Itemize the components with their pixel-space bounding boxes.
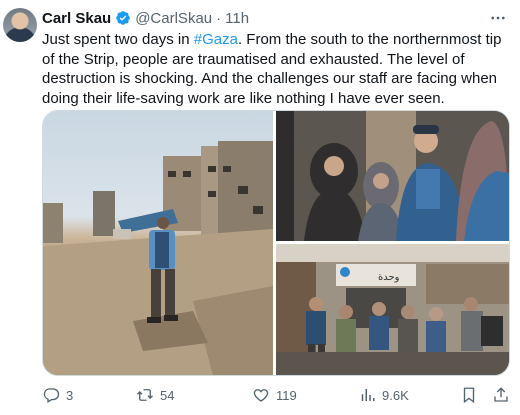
- views-button[interactable]: 9.6K: [358, 385, 409, 405]
- media-grid: وحدة: [42, 110, 510, 376]
- tweet-text: Just spent two days in #Gaza. From the s…: [42, 30, 512, 108]
- like-icon: [253, 389, 269, 402]
- author-handle[interactable]: @CarlSkau: [135, 10, 212, 27]
- hashtag-link[interactable]: #Gaza: [194, 31, 238, 48]
- reply-button[interactable]: 3: [42, 385, 73, 405]
- tweet-header: Carl Skau @CarlSkau · 11h: [42, 8, 510, 28]
- reply-count: 3: [66, 387, 74, 403]
- bookmark-button[interactable]: [460, 385, 484, 405]
- verified-badge-icon: [116, 11, 131, 25]
- tweet-text-start: Just spent two days in: [42, 31, 194, 48]
- women-with-staff-photo[interactable]: [276, 111, 509, 241]
- like-count: 119: [276, 387, 297, 403]
- tweet-actions: 3 54 119 9.6K: [42, 385, 512, 405]
- reply-icon: [43, 388, 60, 403]
- separator-dot: ·: [216, 9, 222, 27]
- views-count: 9.6K: [382, 387, 409, 403]
- repost-button[interactable]: 54: [136, 385, 174, 405]
- author-name[interactable]: Carl Skau: [42, 10, 111, 27]
- bookmark-icon: [463, 387, 475, 404]
- distribution-center-photo[interactable]: وحدة: [276, 244, 509, 375]
- like-button[interactable]: 119: [252, 385, 297, 405]
- share-button[interactable]: [492, 385, 516, 405]
- repost-icon: [137, 389, 153, 401]
- repost-count: 54: [160, 387, 175, 403]
- more-options-icon[interactable]: [488, 8, 508, 28]
- avatar[interactable]: [3, 8, 37, 42]
- sign-text: وحدة: [378, 272, 400, 283]
- share-icon: [494, 387, 508, 402]
- views-icon: [361, 389, 375, 401]
- rubble-street-photo[interactable]: [43, 111, 273, 375]
- tweet-time[interactable]: 11h: [225, 10, 249, 27]
